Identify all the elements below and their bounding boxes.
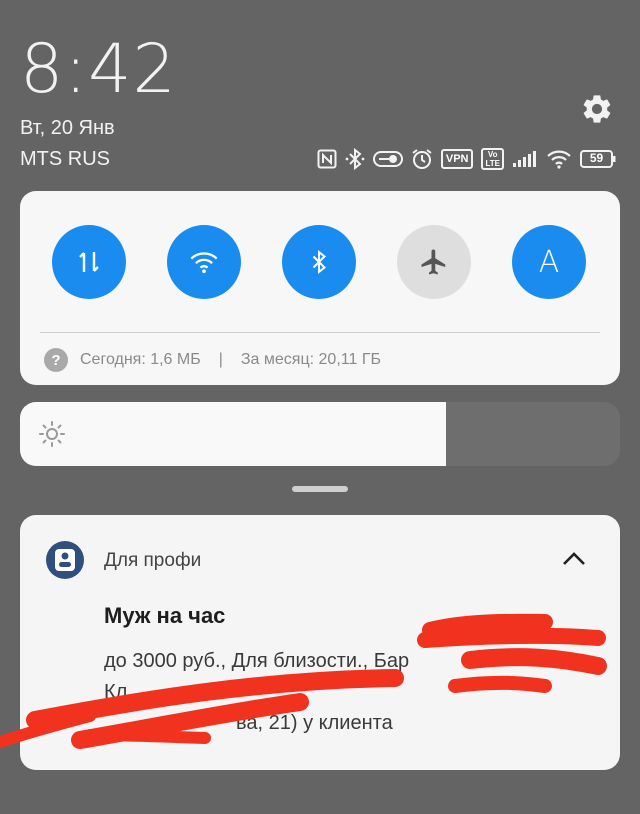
nfc-icon: [317, 149, 337, 169]
brightness-slider[interactable]: [20, 402, 620, 466]
usage-separator: |: [218, 351, 223, 368]
bluetooth-toggle[interactable]: [282, 225, 356, 299]
data-arrows-icon: [79, 252, 99, 272]
battery-level: 59: [589, 151, 604, 165]
auto-brightness-toggle[interactable]: A: [512, 225, 586, 299]
status-icons: VPN Vo LTE 59: [317, 147, 616, 171]
notification-title: Муж на час: [104, 603, 226, 628]
airplane-mode-toggle[interactable]: [397, 225, 471, 299]
body-line-2: Кл: [104, 681, 128, 703]
drag-handle[interactable]: [292, 486, 348, 492]
usage-today: Сегодня: 1,6 МБ: [80, 351, 201, 368]
notification-card[interactable]: Для профи Муж на час до 3000 руб., Для б…: [20, 515, 620, 770]
wifi-icon: [190, 252, 218, 274]
vpn-label: VPN: [445, 153, 469, 165]
volte-icon: Vo LTE: [481, 148, 504, 170]
volte-top: Vo: [487, 150, 498, 159]
bluetooth-icon: [312, 250, 326, 274]
letter-a-icon: A: [538, 244, 560, 280]
app-name: Для профи: [104, 550, 202, 571]
volte-bottom: LTE: [485, 159, 500, 168]
help-icon: ?: [44, 348, 68, 372]
battery-icon: 59: [580, 150, 616, 168]
usage-month: За месяц: 20,11 ГБ: [240, 351, 381, 368]
mobile-data-toggle[interactable]: [52, 225, 126, 299]
vpn-icon: VPN: [440, 149, 474, 169]
data-usage[interactable]: ? Сегодня: 1,6 МБ | За месяц: 20,11 ГБ: [44, 348, 381, 372]
brightness-fill: [20, 402, 446, 466]
gear-icon[interactable]: [580, 92, 614, 126]
clock-time[interactable]: 8:42: [20, 30, 177, 109]
airplane-icon: [421, 249, 446, 275]
key-icon: [372, 150, 403, 168]
sun-icon: [39, 421, 65, 447]
body-line-3: ва, 21) у клиента: [236, 712, 393, 734]
wifi-icon: [546, 149, 572, 169]
carrier-name: MTS RUS: [20, 148, 110, 170]
app-icon: [46, 541, 84, 579]
signal-icon: [512, 150, 538, 168]
chevron-up-icon[interactable]: [560, 549, 588, 569]
divider: [40, 332, 600, 333]
alarm-icon: [411, 148, 433, 170]
date-label: Вт, 20 Янв: [20, 117, 115, 139]
bluetooth-icon: [345, 148, 365, 170]
wifi-toggle[interactable]: [167, 225, 241, 299]
quick-settings-panel: A ? Сегодня: 1,6 МБ | За месяц: 20,11 ГБ: [20, 191, 620, 385]
notification-body: до 3000 руб., Для близости., Бар Кл ва, …: [104, 646, 604, 739]
body-line-1: до 3000 руб., Для близости., Бар: [104, 650, 410, 672]
